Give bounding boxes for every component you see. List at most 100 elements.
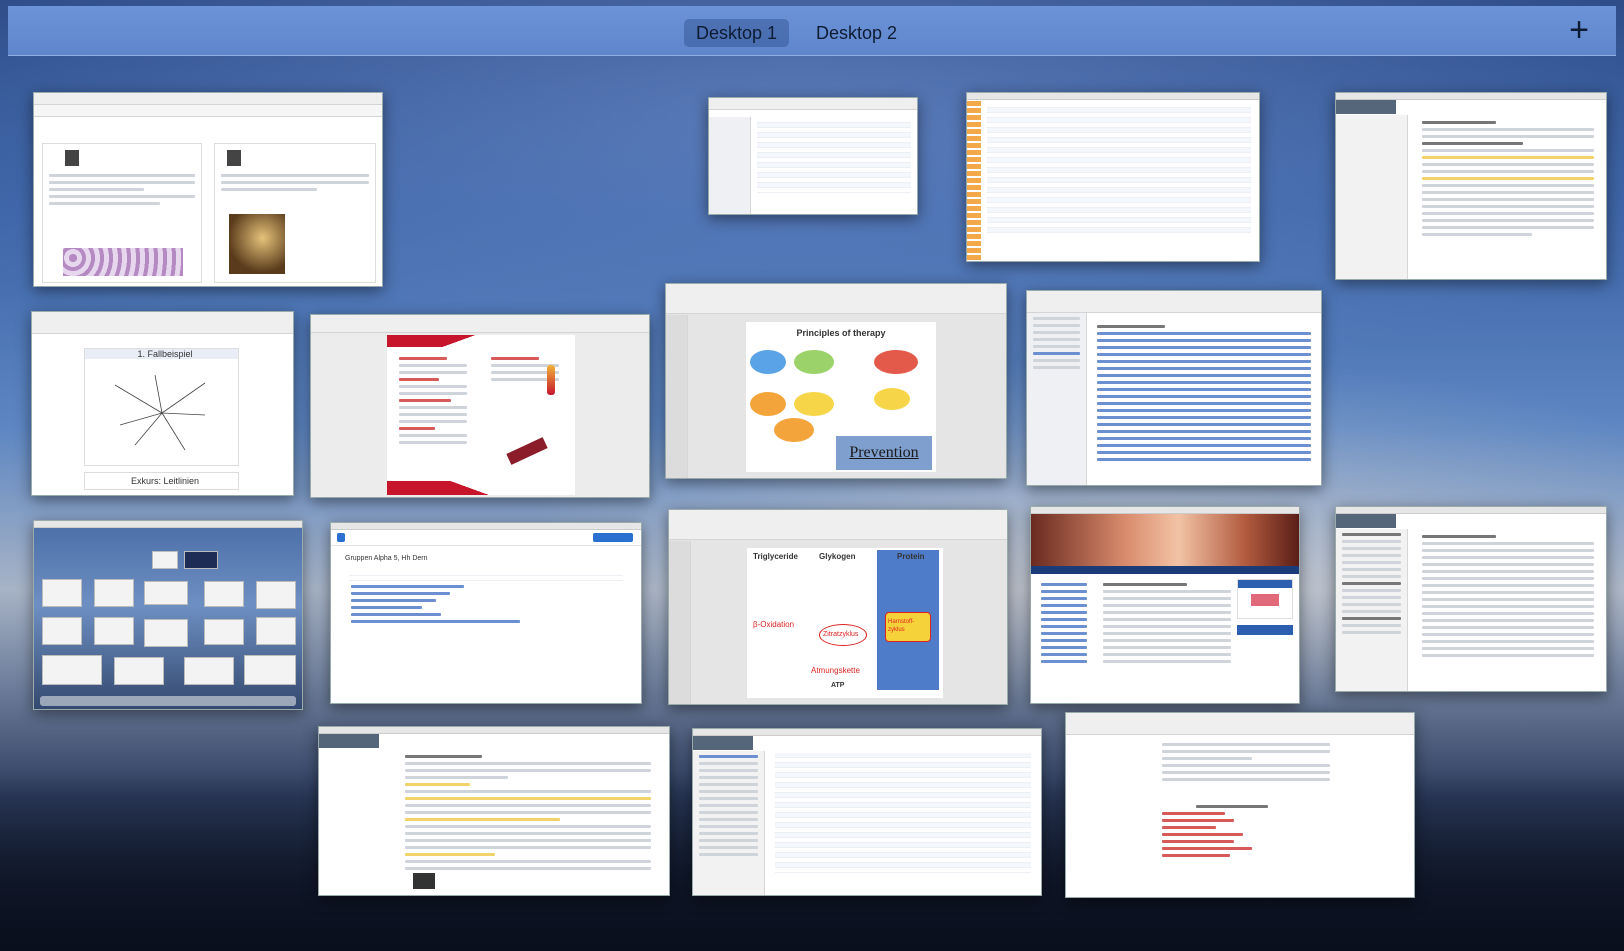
portrait-image [65,150,79,166]
mini-window [42,655,102,685]
dropbox-icon [337,533,345,542]
window-notes-middle[interactable] [1335,506,1607,692]
window-notes-bottom-left[interactable] [318,726,670,896]
window-finder-files[interactable] [1026,290,1322,486]
bubble-yellow [794,392,834,416]
window-toolbar [331,523,641,530]
label-harnstoffzyklus: Harnstoff-zyklus [888,619,915,633]
window-toolbar [34,521,302,528]
window-pdf-viewer[interactable] [310,314,650,498]
note-image [413,873,435,889]
website-sidebar [1035,579,1093,699]
pdf-pages [387,335,575,495]
website-article [1097,579,1237,667]
desktop-2-tab[interactable]: Desktop 2 [804,19,909,47]
desktop-1-tab[interactable]: Desktop 1 [684,19,790,47]
product-image [506,437,548,465]
label-triglyceride: Triglyceride [753,552,798,561]
mini-window [244,655,296,685]
website-nav [1031,566,1299,574]
notes-sidebar [1336,115,1408,279]
finder-file-list [1091,321,1317,465]
spreadsheet-rows [983,103,1255,233]
notes-sidebar [693,751,765,895]
app-header [1336,100,1396,114]
notes-content [1416,117,1600,240]
window-notes-bottom-middle[interactable] [692,728,1042,896]
window-toolbar [693,729,1041,736]
bubble-green [794,350,834,374]
mini-window [42,617,82,645]
product-image [547,365,555,395]
window-spreadsheet[interactable] [966,92,1260,262]
bubble-yellow [874,388,910,410]
microscope-image [63,248,183,276]
window-keynote-principles[interactable]: Principles of therapy Prevention [665,283,1007,479]
upload-button[interactable] [593,533,633,542]
bubble-orange [750,392,786,416]
window-screenshot-nested[interactable] [33,520,303,710]
bubble-orange [774,418,814,442]
finder-sidebar [709,117,751,214]
bubble-blue [750,350,786,374]
notes-sidebar [1336,529,1408,691]
mini-window [144,619,188,647]
mini-window [42,579,82,607]
folder-title: Gruppen Alpha 5, Hh Dern [345,555,428,562]
add-desktop-button[interactable]: + [1564,13,1594,48]
mindmap-diagram [114,374,206,451]
article-content [1156,739,1336,785]
website-banner-image [1031,514,1299,566]
mini-dock [40,696,296,706]
pdf-top-band [387,335,575,347]
pdf-bottom-band [387,481,575,495]
window-toolbar [666,284,1006,314]
window-toolbar [967,93,1259,100]
spaces-bar: Desktop 1 Desktop 2 + [8,6,1616,56]
label-atp: ATP [831,682,845,689]
website-sidebox [1237,579,1293,619]
window-toolbar [1031,507,1299,514]
app-header [1336,514,1396,528]
slide-principles: Principles of therapy Prevention [746,322,936,472]
mini-window [94,617,134,645]
window-toolbar [34,93,382,105]
window-toolbar [1336,507,1606,514]
window-toolbar [319,727,669,734]
window-presentation-fallbeispiel[interactable]: 1. Fallbeispiel Exkurs: Leitlinien [31,311,294,496]
notes-content [1416,531,1600,661]
website-button[interactable] [1237,625,1293,635]
window-web-folder[interactable]: Gruppen Alpha 5, Hh Dern [330,522,642,704]
mini-window [204,619,244,645]
window-toolbar [1336,93,1606,100]
app-header [693,736,753,750]
page-right [214,143,376,283]
shortcut-table [1156,801,1336,861]
bubble-red [874,350,918,374]
finder-file-list [753,118,915,193]
window-finder-list[interactable] [708,97,918,215]
notes-content [399,751,657,874]
mini-window [184,551,218,569]
window-notes-top[interactable] [1335,92,1607,280]
window-toolbar [669,510,1007,540]
label-glykogen: Glykogen [819,552,856,561]
slide-title: Principles of therapy [796,328,886,338]
slide-fallbeispiel: 1. Fallbeispiel [84,348,239,466]
mini-window [256,581,296,609]
window-keynote-metabolism[interactable]: Triglyceride Glykogen Protein β-Oxidatio… [668,509,1008,705]
portrait-image [227,150,241,166]
label-protein: Protein [897,552,925,561]
window-browser-article[interactable] [1065,712,1415,898]
window-document-pages[interactable] [33,92,383,287]
notes-list [771,753,1035,873]
label-oxidation: β-Oxidation [753,620,795,629]
window-toolbar [709,98,917,110]
window-website[interactable] [1030,506,1300,704]
mini-window [256,617,296,645]
web-header [331,530,641,546]
label-zitratzyklus: Zitratzyklus [823,631,859,638]
color-markers [967,101,981,261]
photo-image [229,214,285,274]
page-left [42,143,202,283]
